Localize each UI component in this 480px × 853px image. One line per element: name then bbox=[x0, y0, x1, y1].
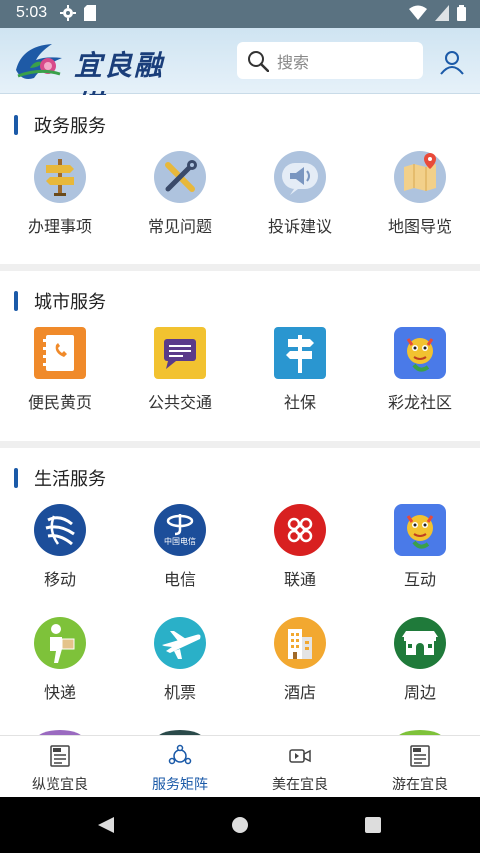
gate-icon bbox=[394, 617, 446, 669]
search-input[interactable]: 搜索 bbox=[237, 42, 423, 79]
airplane-icon bbox=[154, 617, 206, 669]
search-placeholder: 搜索 bbox=[277, 52, 310, 72]
section-life-services: 生活服务 移动 中国电信 电信 联通 互动 快递 机票 酒店 周边 bbox=[0, 448, 480, 735]
wifi-icon bbox=[409, 5, 427, 20]
system-navigation-bar bbox=[0, 797, 480, 853]
phonebook-icon bbox=[34, 327, 86, 379]
section-divider bbox=[0, 441, 480, 448]
service-item-yellow-pages[interactable]: 便民黄页 bbox=[0, 327, 120, 427]
section-government-services: 政务服务 办理事项 常见问题 投诉建议 地图导览 bbox=[0, 95, 480, 265]
section-title: 城市服务 bbox=[14, 290, 106, 313]
service-item-flights[interactable]: 机票 bbox=[120, 617, 240, 717]
hotel-icon bbox=[274, 617, 326, 669]
service-item-china-mobile[interactable]: 移动 bbox=[0, 504, 120, 604]
news-icon bbox=[410, 745, 430, 767]
courier-icon bbox=[34, 617, 86, 669]
service-item-faq[interactable]: 常见问题 bbox=[120, 151, 240, 251]
service-item-nearby[interactable]: 周边 bbox=[360, 617, 480, 717]
section-city-services: 城市服务 便民黄页 公共交通 社保 彩龙社区 bbox=[0, 271, 480, 441]
user-profile-icon[interactable] bbox=[438, 48, 466, 76]
sd-card-icon bbox=[84, 5, 96, 21]
svg-text:中国电信: 中国电信 bbox=[164, 536, 196, 546]
section-divider bbox=[0, 264, 480, 271]
settings-gear-icon bbox=[60, 5, 76, 21]
signal-icon bbox=[435, 5, 449, 21]
service-item-china-unicom[interactable]: 联通 bbox=[240, 504, 360, 604]
battery-icon bbox=[457, 5, 466, 21]
recents-icon[interactable] bbox=[363, 815, 383, 835]
china-unicom-icon bbox=[274, 504, 326, 556]
service-item-social-security[interactable]: 社保 bbox=[240, 327, 360, 427]
news-icon bbox=[50, 745, 70, 767]
china-telecom-icon: 中国电信 bbox=[154, 504, 206, 556]
status-bar: 5:03 bbox=[0, 0, 480, 28]
service-item-cailong-community[interactable]: 彩龙社区 bbox=[360, 327, 480, 427]
map-icon bbox=[394, 151, 446, 203]
service-item-courier[interactable]: 快递 bbox=[0, 617, 120, 717]
signpost-icon bbox=[34, 151, 86, 203]
home-icon[interactable] bbox=[230, 815, 250, 835]
app-logo[interactable]: 宜良融媒 bbox=[12, 38, 182, 122]
tab-beauty-yiliang[interactable]: 美在宜良 bbox=[240, 736, 360, 798]
section-title: 生活服务 bbox=[14, 467, 106, 490]
section-title-bar bbox=[14, 115, 18, 135]
service-item-handle-affairs[interactable]: 办理事项 bbox=[0, 151, 120, 251]
service-item-complaints[interactable]: 投诉建议 bbox=[240, 151, 360, 251]
dragon-icon bbox=[394, 504, 446, 556]
dragon-icon bbox=[394, 327, 446, 379]
bottom-navigation: 纵览宜良 服务矩阵 美在宜良 游在宜良 bbox=[0, 735, 480, 797]
chat-bubble-icon bbox=[154, 327, 206, 379]
back-icon[interactable] bbox=[96, 815, 116, 835]
logo-emblem-icon bbox=[16, 44, 62, 79]
service-item-map-guide[interactable]: 地图导览 bbox=[360, 151, 480, 251]
tab-overview[interactable]: 纵览宜良 bbox=[0, 736, 120, 798]
tab-service-matrix[interactable]: 服务矩阵 bbox=[120, 736, 240, 798]
service-content[interactable]: 政务服务 办理事项 常见问题 投诉建议 地图导览 城市服务 便民黄页 公共交通 … bbox=[0, 95, 480, 735]
service-item-public-transit[interactable]: 公共交通 bbox=[120, 327, 240, 427]
video-icon bbox=[289, 749, 311, 763]
status-time: 5:03 bbox=[16, 4, 48, 21]
megaphone-icon bbox=[274, 151, 326, 203]
service-item-hotel[interactable]: 酒店 bbox=[240, 617, 360, 717]
app-header: 宜良融媒 搜索 bbox=[0, 28, 480, 122]
service-item-interaction[interactable]: 互动 bbox=[360, 504, 480, 604]
china-mobile-icon bbox=[34, 504, 86, 556]
direction-sign-icon bbox=[274, 327, 326, 379]
section-title: 政务服务 bbox=[14, 114, 106, 137]
section-title-bar bbox=[14, 291, 18, 311]
section-title-bar bbox=[14, 468, 18, 488]
network-icon bbox=[168, 744, 192, 765]
search-icon bbox=[248, 50, 269, 72]
service-item-china-telecom[interactable]: 中国电信 电信 bbox=[120, 504, 240, 604]
tools-icon bbox=[154, 151, 206, 203]
tab-travel-yiliang[interactable]: 游在宜良 bbox=[360, 736, 480, 798]
